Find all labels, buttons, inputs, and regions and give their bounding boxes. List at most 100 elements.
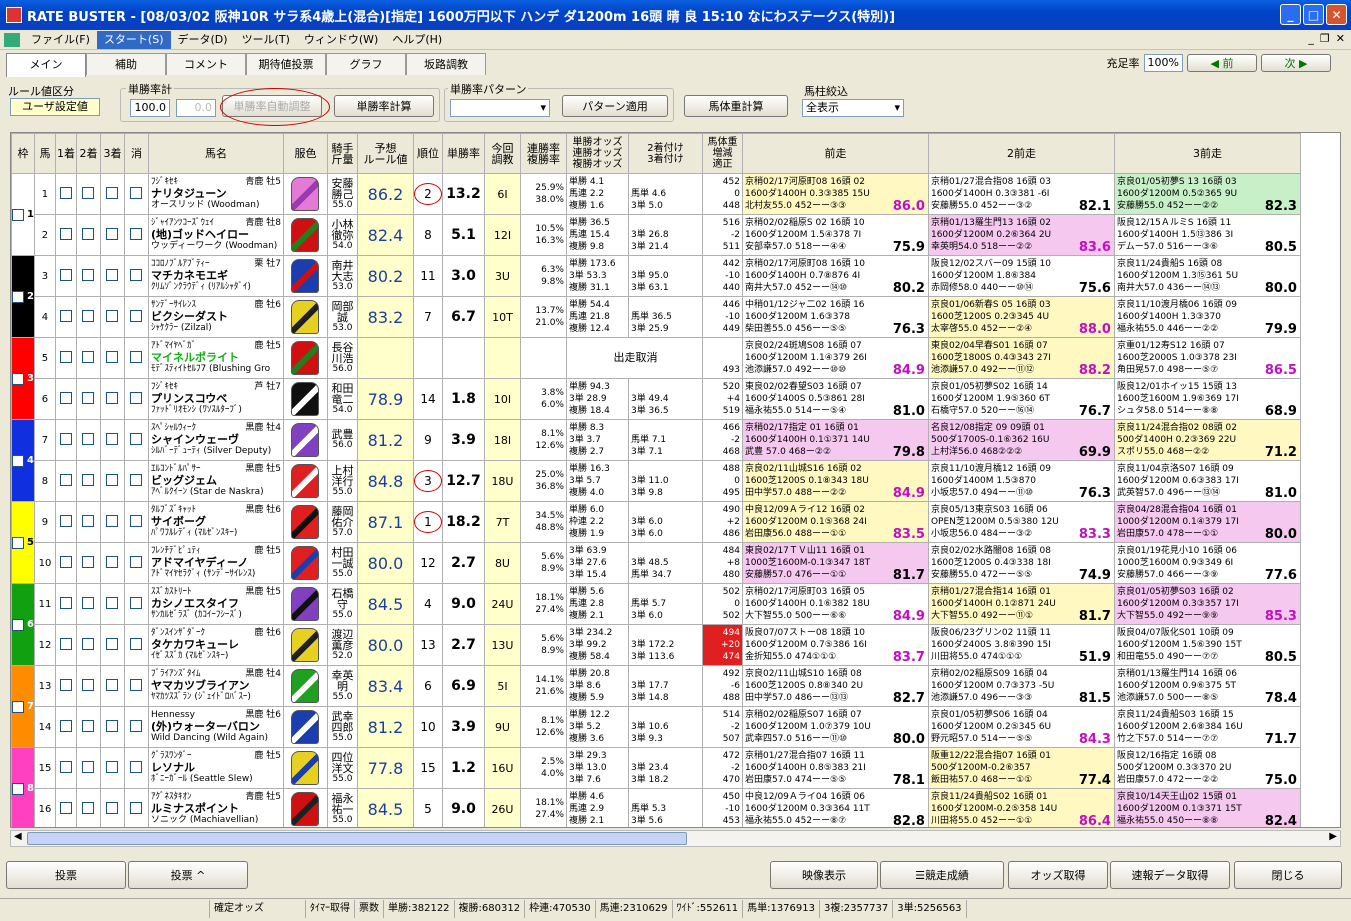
prev-race-1-cell[interactable]: 阪良07/07ストー08 18頭 10 1600ダ1200M 0.7⑤386 1… [741, 624, 929, 666]
scratch-checkbox[interactable] [130, 760, 143, 773]
scratch-checkbox[interactable] [130, 801, 143, 814]
prev-race-1-cell[interactable]: 中良12/09Ａライ04 16頭 06 1600ダ1200M 0.3③364 1… [741, 788, 929, 827]
prev-race-2-cell[interactable]: 京稍01/27混合指08 16頭 03 1600ダ1400H 0.3③381 -… [927, 173, 1115, 215]
prev-race-3-cell[interactable]: 阪良12/15ＡルミS 16頭 11 1600ダ1400H 1.5⑬386 3I… [1113, 214, 1301, 256]
finish-3rd-checkbox[interactable] [106, 555, 119, 568]
scroll-left-icon[interactable]: ◀ [14, 831, 22, 842]
mdi-minimize-icon[interactable]: _ [1308, 32, 1314, 45]
tab-slope-training[interactable]: 坂路調教 [406, 53, 486, 75]
horse-name-cell[interactable]: ｺｺﾛﾉﾌﾞﾙｱﾌﾞﾃｨｰ 栗 牡7 マチカネモエギ ｸﾘﾑｿﾞﾝｸﾗｳﾃﾞｨ (ﾘｱ… [147, 255, 284, 297]
menu-data[interactable]: データ(D) [171, 31, 235, 49]
prev-race-2-cell[interactable]: 京良05/13東京S03 16頭 06 OPEN芝1200M 0.5⑤380 1… [927, 501, 1115, 543]
horse-name-cell[interactable]: ｸﾞﾗｽﾜﾝﾀﾞｰ 鹿 牡5 レソナル ﾎﾞﾆｰｶﾞｰﾙ (Seattle Slew) [147, 747, 284, 789]
column-header[interactable]: 服色 [282, 133, 328, 174]
finish-3rd-checkbox[interactable] [106, 719, 119, 732]
finish-2nd-checkbox[interactable] [82, 514, 95, 527]
prev-race-3-cell[interactable]: 京良01/05初夢S 13 16頭 03 1600ダ1200M 0.5②365 … [1113, 173, 1301, 215]
menu-start[interactable]: スタート(S) [96, 30, 171, 49]
menu-tools[interactable]: ツール(T) [235, 31, 297, 49]
finish-1st-checkbox[interactable] [59, 719, 72, 732]
column-header[interactable]: 予想 ルール値 [356, 133, 414, 174]
mdi-close-icon[interactable]: ✕ [1336, 32, 1345, 45]
prev-race-1-cell[interactable]: 京稍02/02稲原S07 16頭 07 1600ダ1200M 1.0⑦379 1… [741, 706, 929, 748]
scratch-checkbox[interactable] [130, 268, 143, 281]
finish-2nd-checkbox[interactable] [82, 350, 95, 363]
prev-race-1-cell[interactable]: 京稍02/17指定 01 16頭 01 1600ダ1400H 0.1①371 1… [741, 419, 929, 461]
prev-race-1-cell[interactable]: 京稍02/17河原町03 16頭 05 1600ダ1400H 0.1⑥382 1… [741, 583, 929, 625]
finish-3rd-checkbox[interactable] [106, 227, 119, 240]
prev-race-2-cell[interactable]: 京稍01/13羅生門13 16頭 02 1600ダ1200M 0.2⑥364 2… [927, 214, 1115, 256]
mdi-restore-icon[interactable]: ❐ [1320, 32, 1330, 45]
waku-checkbox[interactable] [12, 782, 24, 795]
pattern-apply-button[interactable]: パターン適用 [562, 95, 668, 117]
column-header[interactable]: 今回 調教 [483, 133, 521, 174]
prev-race-3-cell[interactable]: 京良04/28混合指04 16頭 01 1000ダ1200M 0.1④379 1… [1113, 501, 1301, 543]
prev-race-1-cell[interactable]: 京稍02/02稲原S 02 16頭 10 1600ダ1200M 1.5④378 … [741, 214, 929, 256]
prev-race-1-cell[interactable]: 京良02/24斑鳩S08 16頭 07 1600ダ1200M 1.1④379 2… [741, 337, 929, 379]
menu-file[interactable]: ファイル(F) [24, 31, 97, 49]
rate-diff-input[interactable]: 0.0 [176, 99, 216, 117]
prev-race-2-cell[interactable]: 京稍02/02稲原S09 16頭 04 1600ダ1200M 0.7③373 -… [927, 665, 1115, 707]
prev-race-2-cell[interactable]: 京良01/05初夢S06 16頭 04 1600ダ1200M 0.2⑤345 6… [927, 706, 1115, 748]
horse-name-cell[interactable]: ﾀﾙﾌﾞｽﾞｷｬｯﾄ 黒鹿 牡6 サイボーグ ﾊﾟﾜﾌﾙﾚﾃﾞｨ (ﾏﾙｾﾞﾝｽｷｰ) [147, 501, 284, 543]
menu-window[interactable]: ウィンドウ(W) [297, 31, 385, 49]
prev-race-button[interactable]: ◀ 前 [1187, 54, 1257, 72]
minimize-button[interactable]: _ [1280, 4, 1301, 25]
scratch-checkbox[interactable] [130, 719, 143, 732]
prev-race-3-cell[interactable]: 京重01/12寿S12 16頭 07 1600芝2000S 1.0③378 23… [1113, 337, 1301, 379]
get-odds-button[interactable]: オッズ取得 [1008, 861, 1108, 889]
finish-1st-checkbox[interactable] [59, 186, 72, 199]
scratch-checkbox[interactable] [130, 309, 143, 322]
prev-race-2-cell[interactable]: 京良11/10渡月橋12 16頭 09 1600ダ1400M 1.5③870 小… [927, 460, 1115, 502]
prev-race-1-cell[interactable]: 京稍02/17河原町08 16頭 10 1600ダ1400H 0.7⑧876 4… [741, 255, 929, 297]
prev-race-3-cell[interactable]: 阪良12/01ホイッ15 15頭 13 1600芝1600M 1.9⑥369 1… [1113, 378, 1301, 420]
finish-1st-checkbox[interactable] [59, 309, 72, 322]
scratch-checkbox[interactable] [130, 555, 143, 568]
finish-1st-checkbox[interactable] [59, 678, 72, 691]
column-header[interactable]: 馬名 [147, 133, 284, 174]
scratch-checkbox[interactable] [130, 391, 143, 404]
finish-3rd-checkbox[interactable] [106, 514, 119, 527]
waku-checkbox[interactable] [12, 454, 24, 467]
vote-menu-button[interactable]: 投票 ^ [128, 861, 248, 889]
horse-name-cell[interactable]: ｱｸﾞﾈｽﾀｷｵﾝ 青鹿 牡5 ルミナスポイント ソニック (Machiavellia… [147, 788, 284, 827]
column-header[interactable]: 連勝率 複勝率 [519, 133, 567, 174]
prev-race-2-cell[interactable]: 阪良12/02スバー09 15頭 10 1600ダ1200M 1.8⑥384 赤… [927, 255, 1115, 297]
horse-name-cell[interactable]: ﾀﾞﾝｽｲﾝｻﾞﾀﾞｰｸ 鹿 牡6 タケカワキューレ ｲｾﾞｽｽﾞｶ (ﾏﾙｾﾞﾝｽｷ… [147, 624, 284, 666]
prev-race-1-cell[interactable]: 京稍01/27混合指07 16頭 11 1600ダ1400H 0.8⑤383 2… [741, 747, 929, 789]
finish-3rd-checkbox[interactable] [106, 432, 119, 445]
finish-2nd-checkbox[interactable] [82, 801, 95, 814]
column-header[interactable]: 単勝率 [441, 133, 485, 174]
prev-race-3-cell[interactable]: 京良10/14天王山02 15頭 01 1600ダ1200M 0.1③371 1… [1113, 788, 1301, 827]
race-results-button[interactable]: ☰ 競走成績 [880, 861, 1004, 889]
finish-1st-checkbox[interactable] [59, 350, 72, 363]
maximize-button[interactable]: □ [1303, 4, 1324, 25]
column-header[interactable]: 3前走 [1113, 133, 1301, 174]
scratch-checkbox[interactable] [130, 186, 143, 199]
pattern-select[interactable]: ▾ [450, 99, 550, 117]
prev-race-3-cell[interactable]: 京良01/19花見小10 16頭 06 1000芝1600M 0.9③349 6… [1113, 542, 1301, 584]
finish-1st-checkbox[interactable] [59, 637, 72, 650]
finish-2nd-checkbox[interactable] [82, 555, 95, 568]
tab-ev-vote[interactable]: 期待値投票 [246, 53, 326, 75]
horse-name-cell[interactable]: Hennessy 黒鹿 牡6 (外)ウォーターバロン Wild Dancing (Wi… [147, 706, 284, 748]
prev-race-3-cell[interactable]: 阪良04/07阪化S01 10頭 09 1600ダ1200M 1.5⑥390 1… [1113, 624, 1301, 666]
column-header[interactable]: 単勝オッズ 連勝オッズ 複勝オッズ [565, 133, 629, 174]
prev-race-2-cell[interactable]: 阪重12/22混合指07 16頭 01 500ダ1200M-0.2⑥357 飯田… [927, 747, 1115, 789]
horse-name-cell[interactable]: ﾌｼﾞｷｾｷ 青鹿 牡5 ナリタジューン オースリッド (Woodman) [147, 173, 284, 215]
column-header[interactable]: 2前走 [927, 133, 1115, 174]
prev-race-2-cell[interactable]: 京良01/05初夢S02 16頭 14 1600ダ1200M 1.9⑤360 6… [927, 378, 1115, 420]
column-header[interactable]: 騎手 斤量 [326, 133, 358, 174]
waku-checkbox[interactable] [12, 208, 24, 221]
column-header[interactable]: 2着付け 3着付け [627, 133, 703, 174]
prev-race-2-cell[interactable]: 阪良06/23グリン02 11頭 11 1600ダ2400S 3.8⑥390 1… [927, 624, 1115, 666]
finish-1st-checkbox[interactable] [59, 760, 72, 773]
prev-race-3-cell[interactable]: 京良11/04京洛S07 16頭 09 1600ダ1200M 0.6③383 1… [1113, 460, 1301, 502]
prev-race-3-cell[interactable]: 京稍01/13羅生門14 16頭 06 1600ダ1200M 0.9⑥375 5… [1113, 665, 1301, 707]
finish-3rd-checkbox[interactable] [106, 678, 119, 691]
scratch-checkbox[interactable] [130, 432, 143, 445]
column-header[interactable]: 2着 [75, 133, 101, 174]
finish-1st-checkbox[interactable] [59, 432, 72, 445]
prev-race-2-cell[interactable]: 京良11/24貴船S02 16頭 01 1600ダ1200M-0.2⑤358 1… [927, 788, 1115, 827]
prev-race-3-cell[interactable]: 京良11/10渡月橋06 16頭 09 1600ダ1400H 1.3③370 福… [1113, 296, 1301, 338]
